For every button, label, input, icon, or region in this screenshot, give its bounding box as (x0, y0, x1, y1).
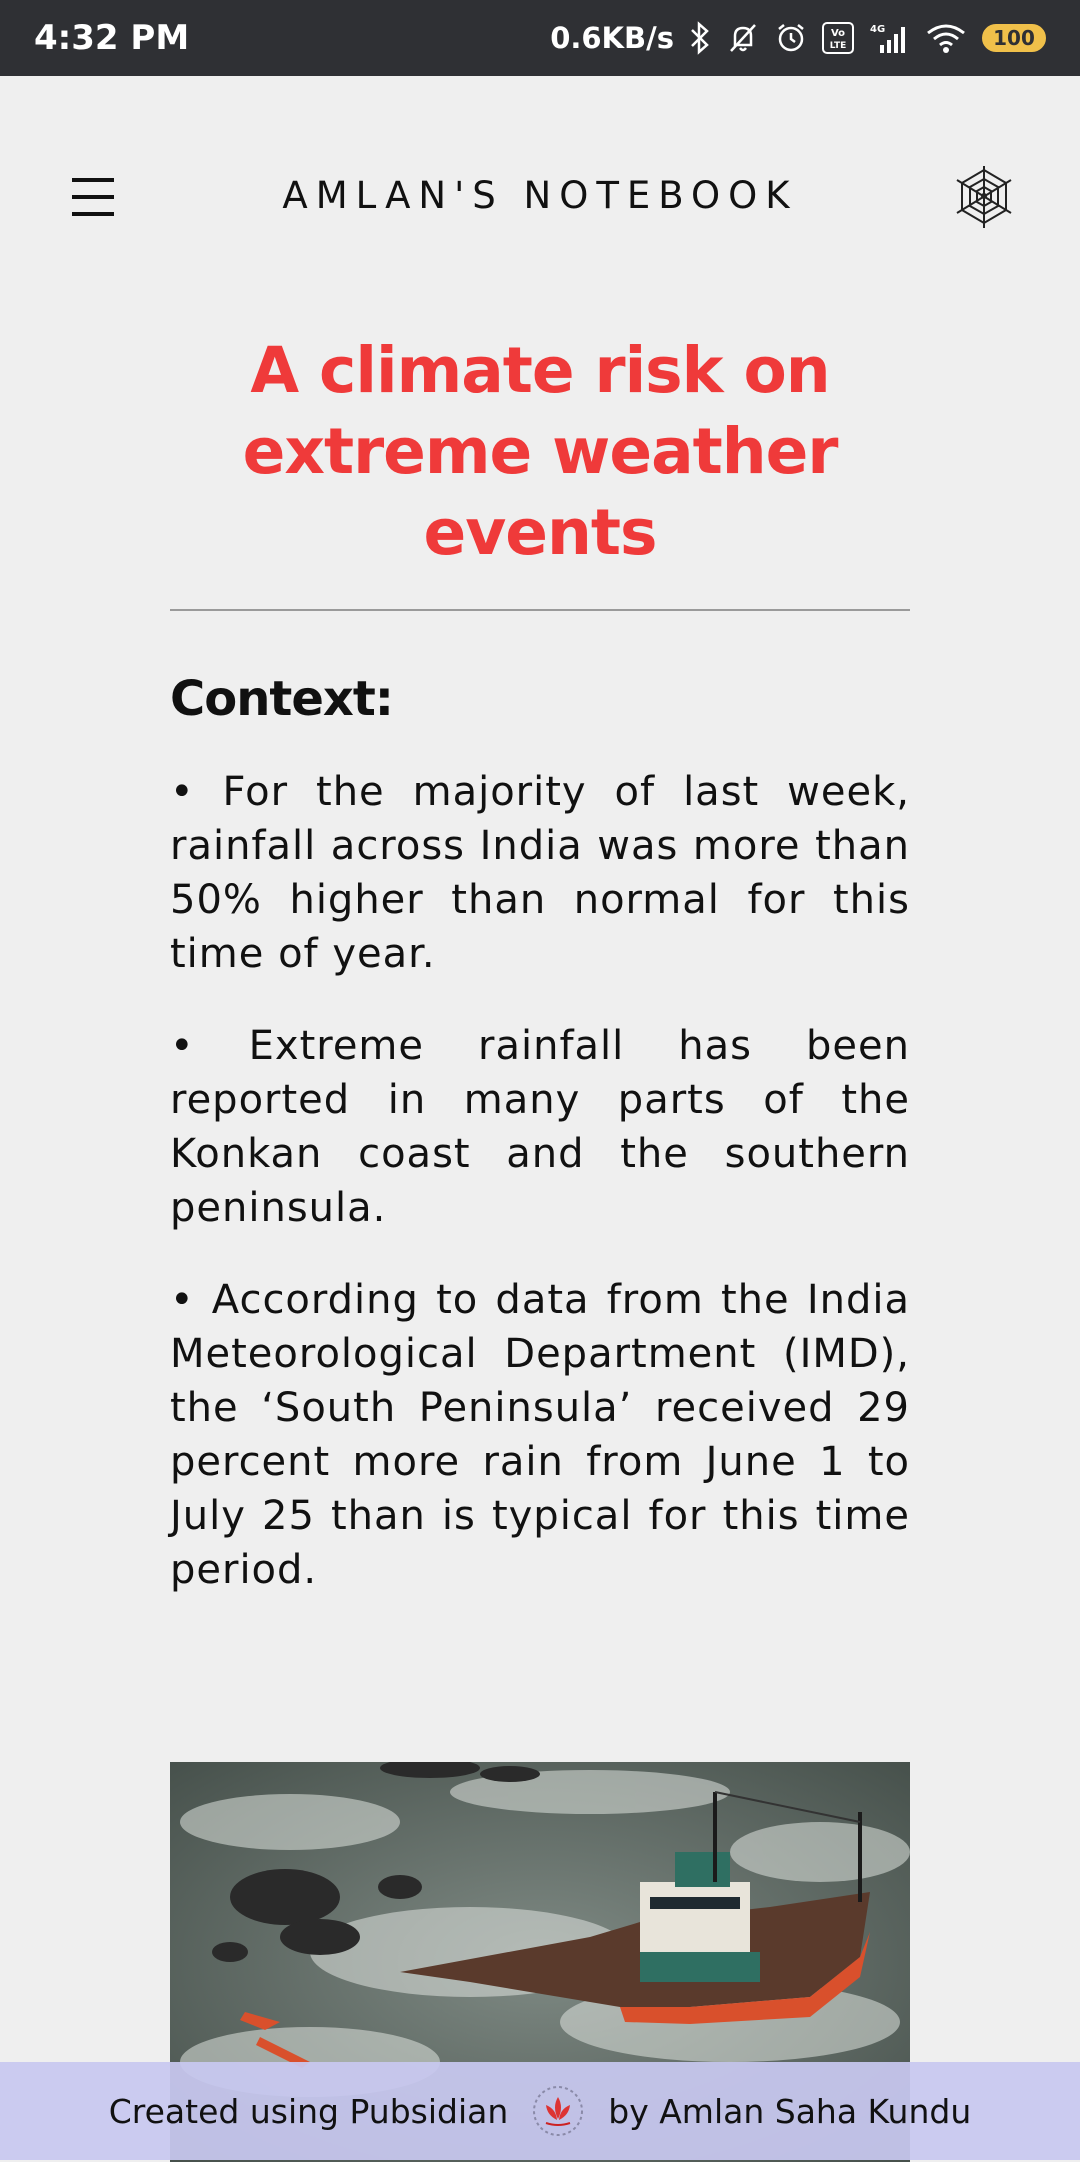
footer-banner: Created using Pubsidian by Amlan Saha Ku… (0, 2062, 1080, 2160)
paragraph: • According to data from the India Meteo… (170, 1277, 910, 1593)
bluetooth-icon (688, 21, 712, 55)
title-divider (170, 609, 910, 611)
svg-text:Vo: Vo (831, 28, 845, 39)
status-icons: 0.6KB/s Vo LTE 4G 100 (550, 21, 1046, 55)
paragraph: • For the majority of last week, rainfal… (170, 769, 910, 977)
lotus-logo-icon (530, 2083, 586, 2139)
spider-web-icon[interactable] (955, 166, 1013, 228)
footer-author-text[interactable]: by Amlan Saha Kundu (608, 2092, 971, 2131)
site-header: AMLAN'S NOTEBOOK (0, 76, 1080, 316)
network-speed: 0.6KB/s (550, 21, 674, 55)
status-bar: 4:32 PM 0.6KB/s Vo LTE 4G 100 (0, 0, 1080, 76)
battery-indicator: 100 (982, 24, 1046, 52)
mute-bell-icon (726, 21, 760, 55)
volte-icon: Vo LTE (822, 22, 854, 54)
article: A climate risk on extreme weather events… (170, 330, 910, 1597)
cellular-signal-icon: 4G (868, 21, 910, 55)
footer-created-text[interactable]: Created using Pubsidian (109, 2092, 509, 2131)
wifi-icon (924, 21, 968, 55)
site-title[interactable]: AMLAN'S NOTEBOOK (0, 174, 1080, 217)
section-heading: Context: (170, 671, 394, 727)
svg-text:LTE: LTE (830, 41, 847, 51)
paragraph: • Extreme rainfall has been reported in … (170, 1023, 910, 1231)
post-title: A climate risk on extreme weather events (242, 334, 839, 569)
svg-text:4G: 4G (870, 24, 885, 35)
status-time: 4:32 PM (34, 18, 190, 58)
alarm-icon (774, 21, 808, 55)
